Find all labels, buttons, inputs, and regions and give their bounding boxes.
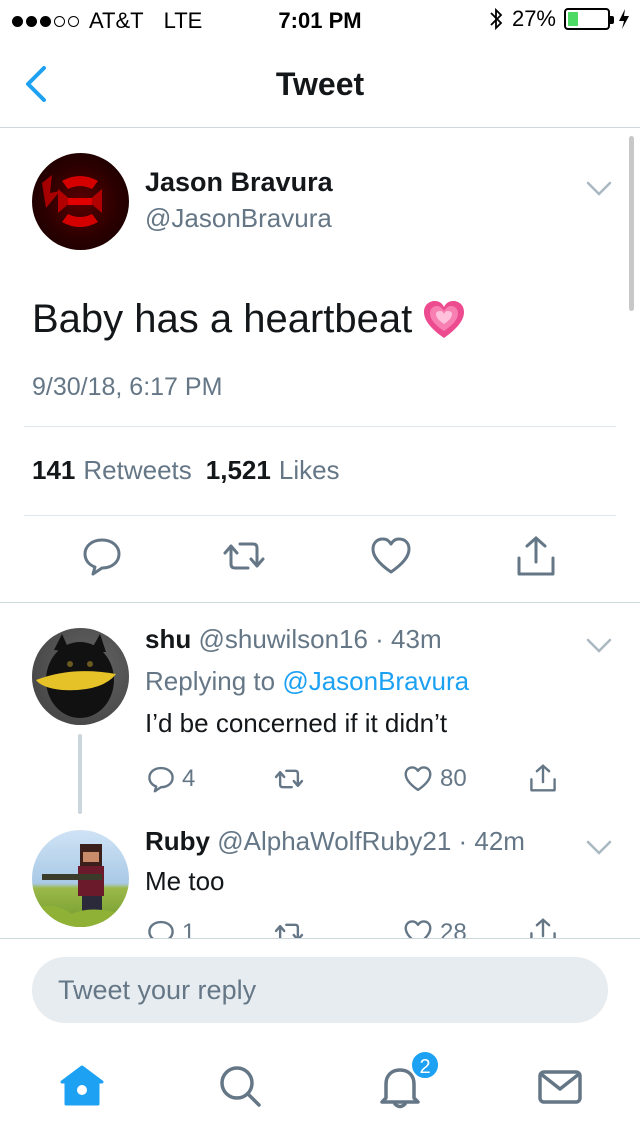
reply-author-name[interactable]: Ruby <box>145 826 210 856</box>
battery-icon <box>564 8 614 30</box>
reply-input[interactable]: Tweet your reply <box>32 957 608 1023</box>
avatar[interactable] <box>32 628 129 725</box>
reply-tweet[interactable]: shu @shuwilson16 · 43m Replying to @Jaso… <box>0 604 640 814</box>
author-handle[interactable]: @JasonBravura <box>145 203 332 234</box>
reply-author-name[interactable]: shu <box>145 624 191 654</box>
tweet-actions <box>0 534 640 584</box>
tab-bar <box>0 1038 640 1136</box>
tweet-text: Baby has a heartbeat <box>32 297 413 341</box>
share-icon <box>530 764 556 792</box>
reply-icon <box>148 766 174 793</box>
retweet-button[interactable] <box>272 764 312 794</box>
messages-icon[interactable] <box>536 1062 584 1110</box>
retweet-icon <box>274 769 304 789</box>
navigation-bar: Tweet <box>0 40 640 128</box>
retweets-stat[interactable]: 141 Retweets <box>32 455 192 486</box>
status-right: 27% <box>488 6 630 32</box>
retweet-button[interactable] <box>272 918 312 938</box>
battery-level <box>568 12 579 26</box>
replying-to-prefix: Replying to <box>145 666 276 696</box>
avatar-logo-icon <box>42 175 102 227</box>
reply-composer: Tweet your reply <box>0 938 640 1038</box>
divider <box>24 515 616 516</box>
like-icon <box>404 766 432 792</box>
reply-count: 4 <box>182 765 196 792</box>
reply-author-handle[interactable]: @shuwilson16 · 43m <box>198 624 441 654</box>
share-button[interactable] <box>528 762 558 794</box>
replying-to-line: Replying to @JasonBravura <box>145 666 469 697</box>
divider <box>24 426 616 427</box>
tweet-timestamp: 9/30/18, 6:17 PM <box>32 373 223 401</box>
avatar-minecraft-character-icon <box>32 844 129 927</box>
like-count: 80 <box>440 765 467 792</box>
retweets-label: Retweets <box>83 455 192 485</box>
reply-text: I’d be concerned if it didn’t <box>145 708 448 738</box>
like-icon[interactable] <box>369 534 413 578</box>
charging-bolt-icon <box>619 9 629 29</box>
chevron-down-icon[interactable] <box>586 638 612 654</box>
retweet-icon[interactable] <box>222 534 266 578</box>
share-button[interactable] <box>528 916 558 938</box>
author-name[interactable]: Jason Bravura <box>145 167 333 198</box>
chevron-down-icon[interactable] <box>586 840 612 856</box>
scrollbar[interactable] <box>629 136 634 311</box>
reply-icon[interactable] <box>80 534 124 578</box>
sparkling-heart-emoji-icon <box>424 300 465 338</box>
replying-to-link[interactable]: @JasonBravura <box>282 666 469 696</box>
retweet-icon <box>274 923 304 938</box>
share-icon <box>530 918 556 938</box>
notification-badge: 2 <box>410 1050 440 1080</box>
thread-line <box>78 734 82 814</box>
share-icon[interactable] <box>514 534 558 578</box>
reply-button[interactable]: 4 <box>146 764 195 794</box>
likes-stat[interactable]: 1,521 Likes <box>206 455 340 486</box>
reply-count: 1 <box>182 919 196 938</box>
like-count: 28 <box>440 919 467 938</box>
reply-button[interactable]: 1 <box>146 918 195 938</box>
reply-header: shu @shuwilson16 · 43m <box>145 624 442 655</box>
main-tweet: Jason Bravura @JasonBravura Baby has a h… <box>0 129 640 603</box>
like-button[interactable]: 80 <box>402 764 467 794</box>
avatar[interactable] <box>32 830 129 927</box>
status-bar: AT&T LTE 7:01 PM 27% <box>0 0 640 40</box>
page-title: Tweet <box>275 66 365 102</box>
avatar[interactable] <box>32 153 129 250</box>
reply-header: Ruby @AlphaWolfRuby21 · 42m <box>145 826 525 857</box>
retweets-count: 141 <box>32 455 76 485</box>
tweet-stats: 141 Retweets 1,521 Likes <box>32 455 340 486</box>
reply-tweet[interactable]: Ruby @AlphaWolfRuby21 · 42m Me too 1 28 <box>0 814 640 938</box>
search-icon[interactable] <box>216 1062 264 1110</box>
chevron-down-icon[interactable] <box>586 181 612 197</box>
reply-text: Me too <box>145 866 225 896</box>
reply-icon <box>148 920 174 938</box>
likes-count: 1,521 <box>205 455 271 485</box>
like-icon <box>404 920 432 938</box>
tweet-text-container: Baby has a heartbeat <box>32 297 466 342</box>
reply-author-handle[interactable]: @AlphaWolfRuby21 · 42m <box>217 826 525 856</box>
battery-percent: 27% <box>511 6 556 31</box>
home-icon[interactable] <box>58 1062 106 1110</box>
avatar-cat-icon <box>32 628 129 725</box>
like-button[interactable]: 28 <box>402 918 467 938</box>
bluetooth-icon <box>490 7 503 31</box>
likes-label: Likes <box>278 455 340 485</box>
